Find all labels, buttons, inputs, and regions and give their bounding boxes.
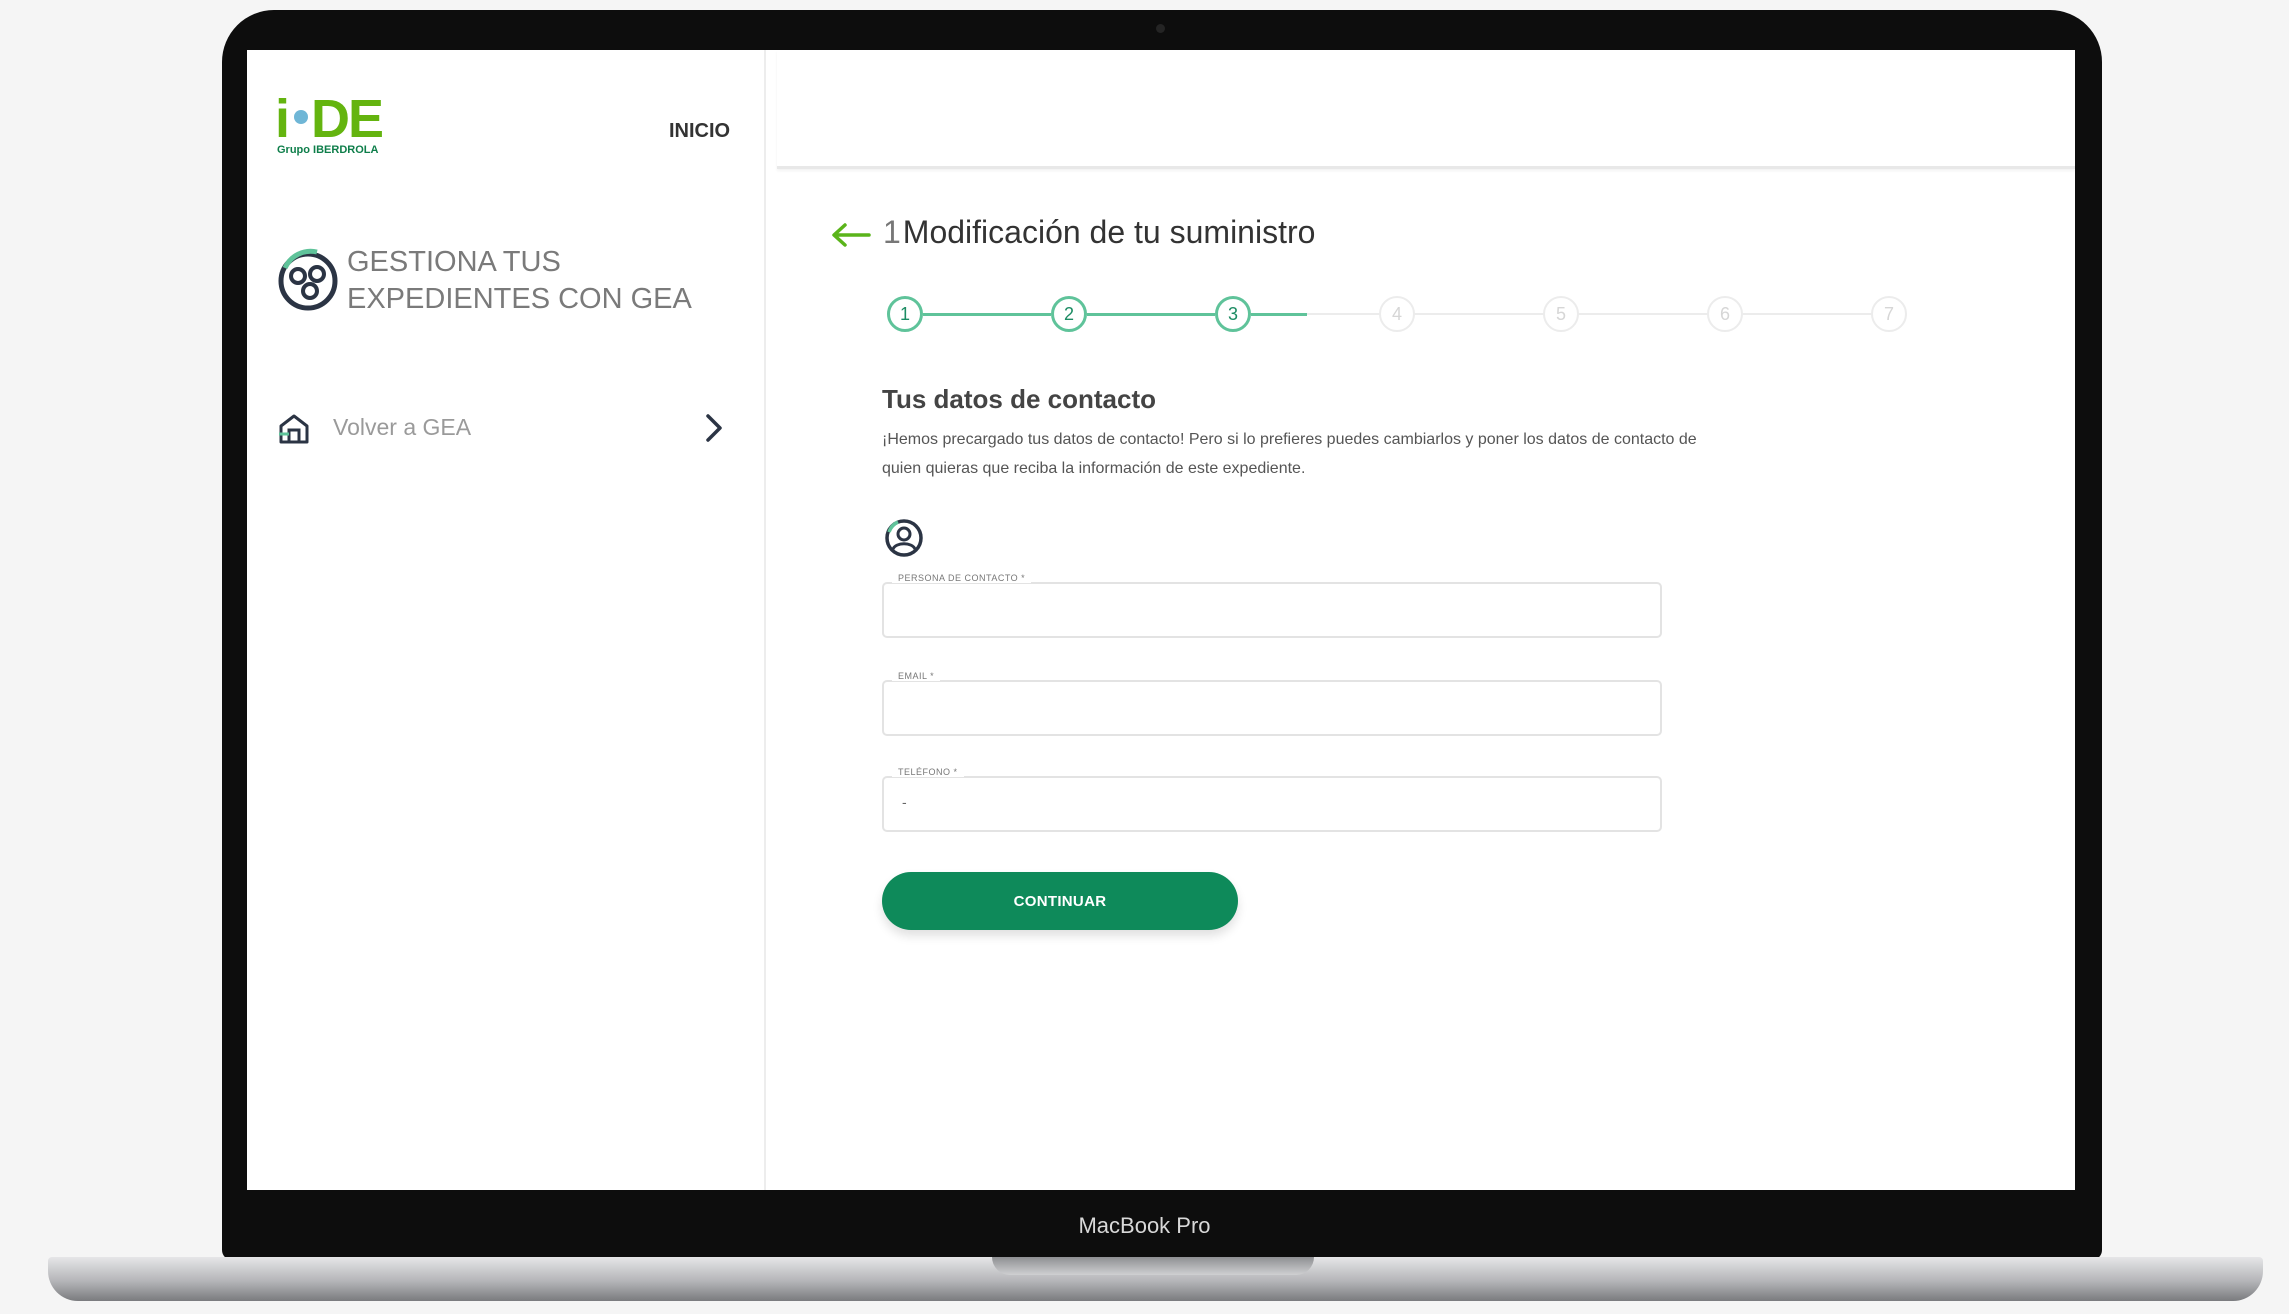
step-4: 4	[1379, 296, 1415, 332]
step-line	[1743, 313, 1871, 315]
arrow-left-icon[interactable]	[829, 220, 871, 250]
step-1: 1	[887, 296, 923, 332]
camera-icon	[1156, 24, 1165, 33]
contact-person-input[interactable]	[882, 582, 1662, 638]
chevron-right-icon	[706, 414, 722, 442]
email-field[interactable]: EMAIL *	[882, 668, 1662, 736]
page-title: 1Modificación de tu suministro	[883, 214, 1315, 251]
device-label: MacBook Pro	[1078, 1213, 1211, 1238]
phone-field[interactable]: - TELÉFONO *	[882, 764, 1662, 832]
contact-section-title: Tus datos de contacto	[882, 384, 1156, 414]
logo-i: i	[275, 89, 290, 149]
step-line	[923, 313, 1051, 316]
step-6: 6	[1707, 296, 1743, 332]
sidebar: i DE Grupo IBERDROLA INICIO GESTIONA TUS…	[247, 50, 766, 1190]
step-3: 3	[1215, 296, 1251, 332]
step-line	[1251, 313, 1307, 316]
phone-value: -	[902, 794, 907, 810]
step-line	[1579, 313, 1707, 315]
step-line	[1415, 313, 1543, 315]
contact-person-field[interactable]: PERSONA DE CONTACTO *	[882, 570, 1662, 638]
page-title-text: Modificación de tu suministro	[902, 214, 1316, 250]
gea-icon	[278, 248, 338, 311]
user-circle-icon	[885, 519, 923, 557]
contact-person-label: PERSONA DE CONTACTO *	[892, 573, 1032, 583]
title-cursor: 1	[883, 214, 901, 250]
logo-group-text: Grupo IBERDROLA	[277, 144, 379, 156]
step-5: 5	[1543, 296, 1579, 332]
logo-de: DE	[311, 89, 384, 149]
volver-gea-link[interactable]: Volver a GEA	[277, 408, 747, 448]
house-return-icon	[279, 414, 309, 444]
gea-title: GESTIONA TUS EXPEDIENTES CON GEA	[347, 246, 692, 315]
nav-inicio-link[interactable]: INICIO	[669, 120, 730, 143]
volver-gea-label: Volver a GEA	[333, 414, 472, 440]
step-line	[1087, 313, 1215, 316]
laptop-notch	[992, 1257, 1314, 1275]
email-label: EMAIL *	[892, 671, 941, 681]
browser-screen: i DE Grupo IBERDROLA INICIO GESTIONA TUS…	[247, 50, 2075, 1190]
email-input[interactable]	[882, 680, 1662, 736]
logo-dot-icon	[294, 110, 308, 124]
progress-stepper: 1 2 3 4 5 6 7	[887, 296, 1907, 336]
contact-section-description: ¡Hemos precargado tus datos de contacto!…	[882, 431, 1697, 477]
ide-logo[interactable]: i DE Grupo IBERDROLA	[275, 88, 385, 158]
phone-input[interactable]: -	[882, 776, 1662, 832]
top-bar	[777, 50, 2075, 169]
continuar-button[interactable]: CONTINUAR	[882, 872, 1238, 930]
step-line	[1307, 313, 1379, 315]
phone-label: TELÉFONO *	[892, 767, 964, 777]
step-7: 7	[1871, 296, 1907, 332]
step-2: 2	[1051, 296, 1087, 332]
